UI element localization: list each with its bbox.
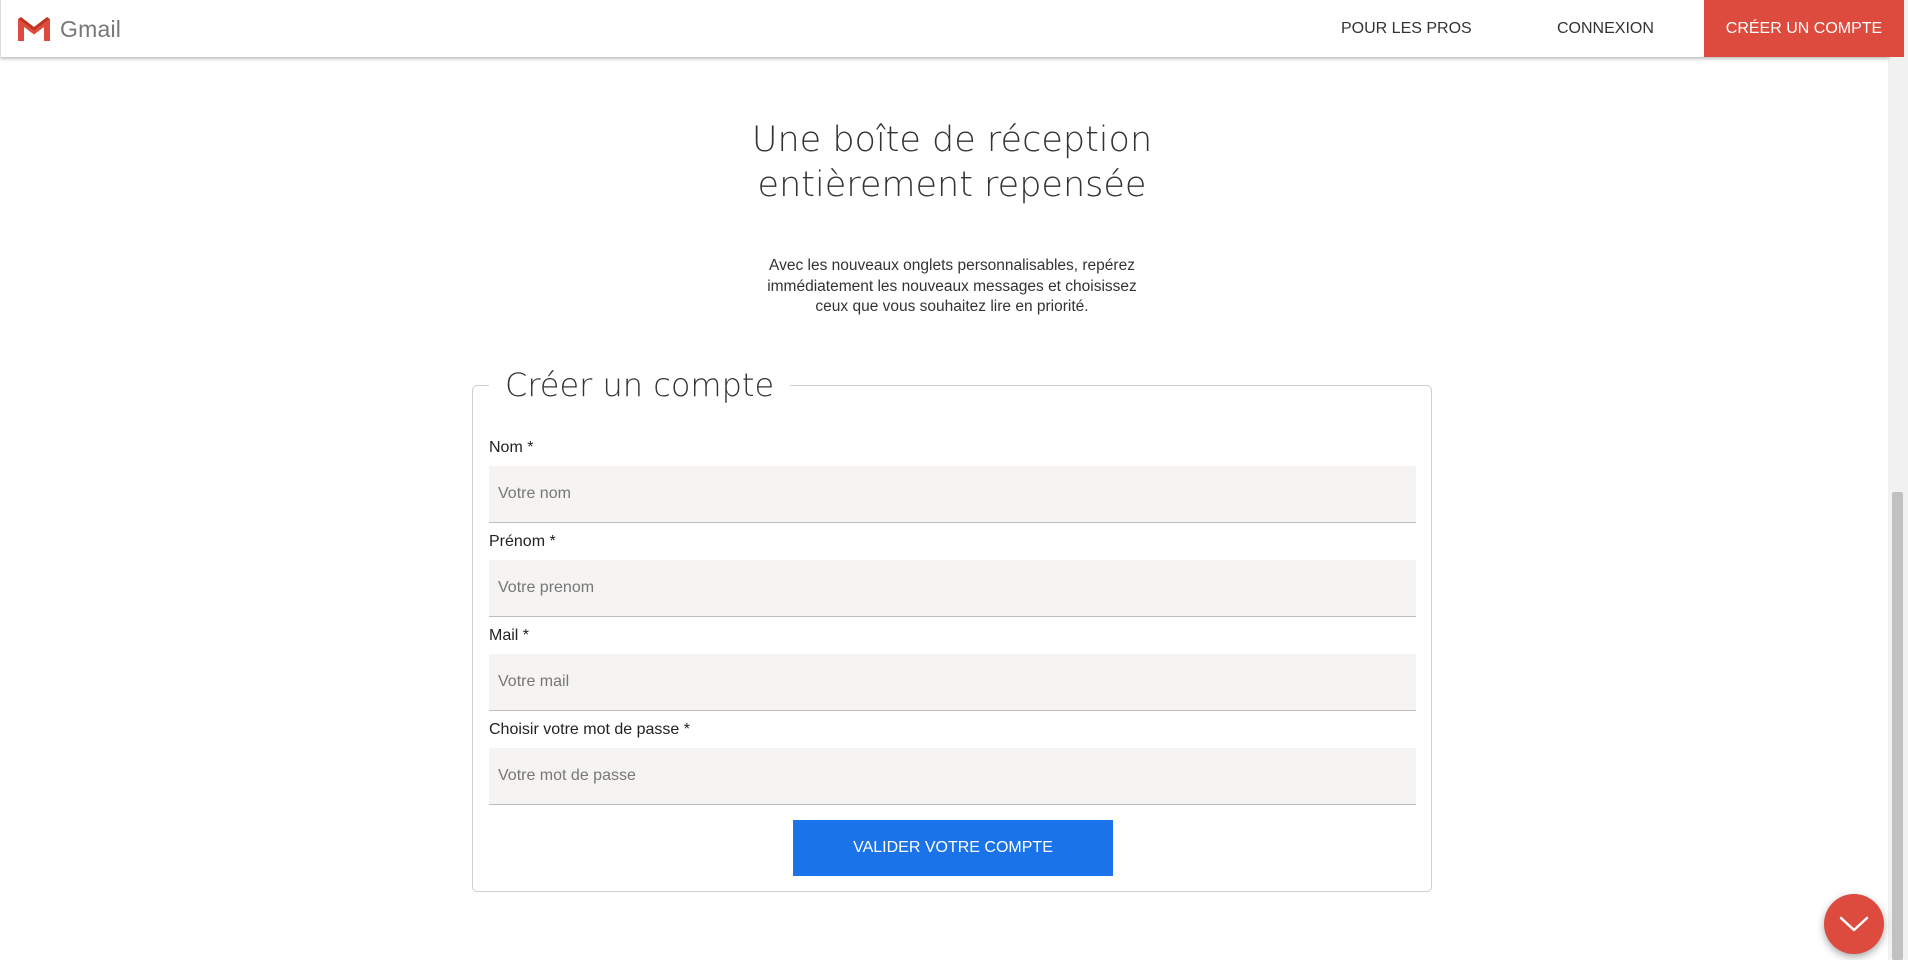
create-account-form: Créer un compte Nom * Prénom * Mail * Ch… — [472, 363, 1432, 892]
hero-title: Une boîte de réception entièrement repen… — [0, 118, 1904, 208]
mail-label: Mail * — [489, 627, 530, 644]
hero-title-line-1: Une boîte de réception — [751, 120, 1153, 160]
chevron-down-icon — [1839, 916, 1869, 932]
brand-name: Gmail — [60, 15, 122, 42]
password-input[interactable] — [489, 748, 1416, 805]
top-navbar: Gmail POUR LES PROS CONNEXION CRÉER UN C… — [0, 0, 1904, 57]
hero-description-line-1: Avec les nouveaux onglets personnalisabl… — [769, 257, 1135, 274]
mail-input[interactable] — [489, 654, 1416, 711]
gmail-logo[interactable]: Gmail — [17, 14, 121, 44]
prenom-label: Prénom * — [489, 533, 556, 550]
validate-account-button[interactable]: VALIDER VOTRE COMPTE — [793, 820, 1113, 876]
hero-description-line-3: ceux que vous souhaitez lire en priorité… — [815, 298, 1089, 315]
hero-title-line-2: entièrement repensée — [757, 165, 1147, 205]
nav-pour-les-pros[interactable]: POUR LES PROS — [1341, 0, 1472, 57]
prenom-input[interactable] — [489, 560, 1416, 617]
nav-connexion[interactable]: CONNEXION — [1557, 0, 1654, 57]
scroll-down-fab[interactable] — [1824, 894, 1884, 954]
form-legend: Créer un compte — [489, 363, 791, 407]
gmail-m-icon — [18, 17, 50, 41]
hero-description-line-2: immédiatement les nouveaux messages et c… — [767, 277, 1137, 295]
hero-description: Avec les nouveaux onglets personnalisabl… — [752, 256, 1152, 318]
password-label: Choisir votre mot de passe * — [489, 721, 690, 738]
nom-label: Nom * — [489, 439, 534, 456]
scrollbar-thumb[interactable] — [1892, 492, 1903, 960]
nom-input[interactable] — [489, 466, 1416, 523]
nav-create-account-button[interactable]: CRÉER UN COMPTE — [1704, 0, 1904, 57]
